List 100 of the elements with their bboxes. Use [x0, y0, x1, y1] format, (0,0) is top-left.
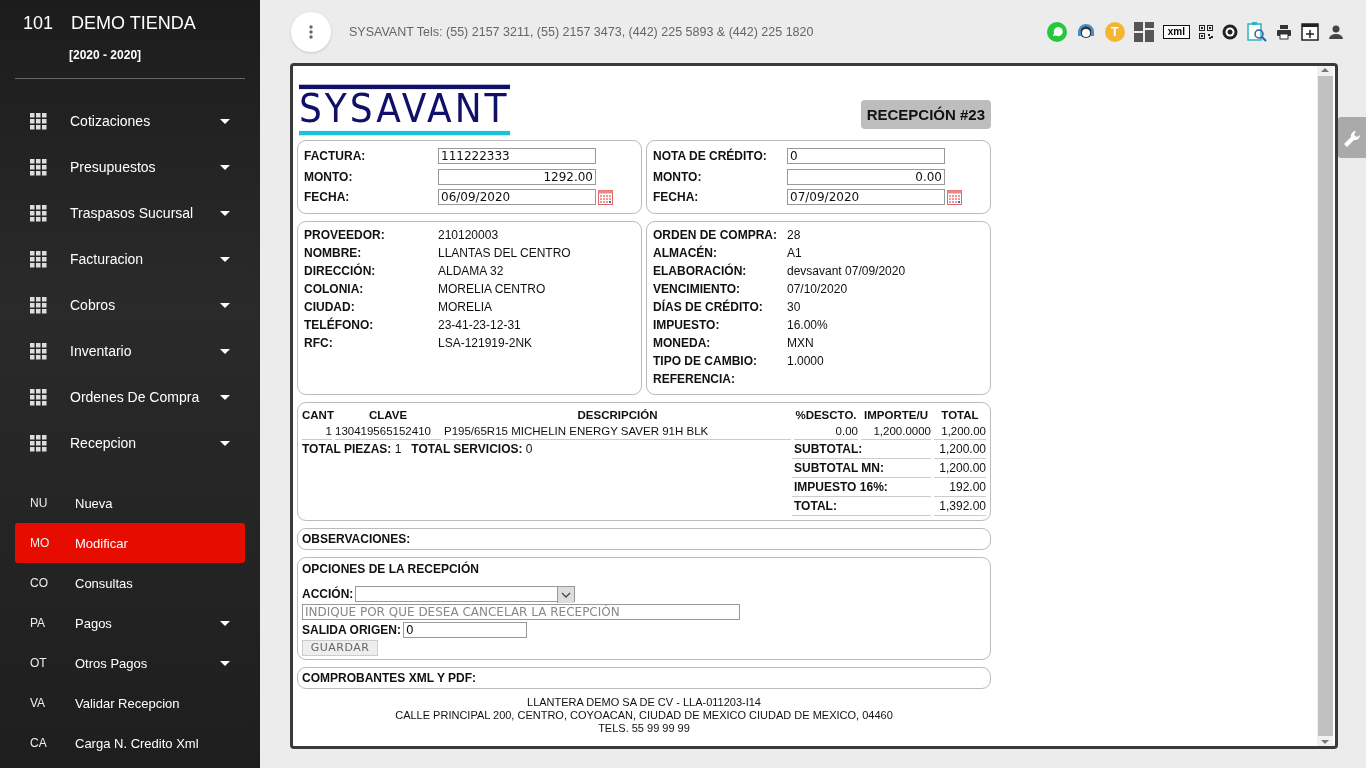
field-label: NOTA DE CRÉDITO: [653, 149, 768, 164]
action-dropdown[interactable] [355, 585, 576, 602]
table-cell: 1,200.00 [934, 422, 986, 440]
field-value: 16.00% [787, 317, 829, 332]
tire-icon[interactable] [1222, 23, 1238, 40]
column-header: %DESCTO. [794, 407, 858, 423]
menu-item[interactable]: Cobros [0, 282, 260, 328]
field-value: 07/10/2020 [787, 281, 849, 296]
clipboard-search-icon[interactable] [1247, 21, 1267, 42]
field-label: MONTO: [304, 169, 354, 184]
menu-item[interactable]: Recepcion [0, 420, 260, 466]
table-cell: 1 [302, 422, 332, 440]
settings-tab[interactable] [1338, 117, 1366, 158]
summary-text: TOTAL PIEZAS: 1 [302, 441, 402, 458]
field-label: FACTURA: [304, 149, 367, 164]
contact-phones: SYSAVANT Tels: (55) 2157 3211, (55) 2157 3473, (442) 225 5893 & (442) 225 1820 [349, 24, 815, 39]
submenu-item[interactable]: CO Consultas [15, 563, 245, 603]
input-field[interactable]: 0 [402, 621, 527, 638]
menu-item[interactable]: Ordenes De Compra [0, 374, 260, 420]
date-field[interactable]: 06/09/2020 [438, 189, 596, 206]
menu-item[interactable]: Inventario [0, 328, 260, 374]
submenu-item[interactable]: CA Carga N. Credito Xml [15, 723, 245, 763]
field-label: COLONIA: [304, 281, 365, 296]
grid-icon [30, 434, 47, 452]
field-label: RFC: [304, 335, 334, 350]
submenu-item[interactable]: VA Validar Recepcion [15, 683, 245, 723]
reception-title: RECEPCIÓN #23 [860, 100, 991, 129]
input-field[interactable]: 111222333 [438, 148, 596, 165]
field-label: TELÉFONO: [304, 317, 375, 332]
field-value: LLANTAS DEL CENTRO [438, 245, 572, 260]
field-label: CIUDAD: [304, 299, 356, 314]
calendar-icon[interactable] [947, 189, 962, 205]
grid-icon [30, 342, 47, 360]
caret-icon [220, 164, 230, 170]
section-title: OBSERVACIONES: [302, 530, 411, 547]
table-cell: 130419565152410 [335, 422, 441, 440]
grid-icon [30, 388, 47, 406]
printer-icon[interactable] [1276, 23, 1292, 40]
field-value: ALDAMA 32 [438, 263, 505, 278]
total-label: TOTAL: [792, 496, 931, 516]
total-label: IMPUESTO 16%: [792, 477, 931, 497]
grid-icon [30, 158, 47, 176]
submenu-item[interactable]: PA Pagos [15, 603, 245, 643]
field-label: FECHA: [304, 190, 351, 205]
table-cell: P195/65R15 MICHELIN ENERGY SAVER 91H BLK [444, 422, 791, 440]
field-label: TIPO DE CAMBIO: [653, 353, 758, 368]
grid-icon [30, 296, 47, 314]
field-label: ALMACÉN: [653, 245, 718, 260]
field-value: LSA-121919-2NK [438, 335, 534, 350]
field-label: FECHA: [653, 190, 700, 205]
table-cell: 0.00 [794, 422, 858, 440]
input-field[interactable]: 1292.00 [438, 168, 596, 185]
field-label: SALIDA ORIGEN: [302, 622, 401, 637]
field-label: DÍAS DE CRÉDITO: [653, 299, 764, 314]
field-label: ELABORACIÓN: [653, 263, 748, 278]
save-button[interactable]: GUARDAR [302, 639, 378, 656]
caret-icon [220, 394, 230, 400]
input-field[interactable]: 0.00 [787, 168, 945, 185]
column-header: CANT [302, 407, 332, 423]
field-label: ORDEN DE COMPRA: [653, 227, 778, 242]
date-field[interactable]: 07/09/2020 [787, 189, 945, 206]
input-field[interactable]: 0 [787, 148, 945, 165]
total-value: 1,200.00 [934, 439, 986, 459]
scrollbar-thumb[interactable] [1317, 76, 1333, 736]
qr-code-icon[interactable] [1199, 24, 1213, 39]
section-title: COMPROBANTES XML Y PDF: [302, 669, 477, 686]
table-cell: 1,200.0000 [861, 422, 931, 440]
chat-bubble-icon[interactable] [1046, 21, 1067, 42]
reason-field[interactable]: INDIQUE POR QUE DESEA CANCELAR LA RECEPCIÓN [302, 603, 740, 620]
submenu-item[interactable]: MO Modificar [15, 523, 245, 563]
scroll-down-icon[interactable] [1321, 740, 1329, 744]
period-label: [2020 - 2020] [69, 48, 142, 62]
submenu-item[interactable]: OT Otros Pagos [15, 643, 245, 683]
grid-icon [30, 112, 47, 130]
field-value: 1.0000 [787, 353, 825, 368]
menu-item[interactable]: Traspasos Sucursal [0, 190, 260, 236]
footer-text: LLANTERA DEMO SA DE CV - LLA-011203-I14 [526, 695, 762, 709]
scroll-up-icon[interactable] [1321, 68, 1329, 72]
user-icon[interactable] [1328, 23, 1344, 40]
field-label: ACCIÓN: [302, 586, 354, 601]
column-header: CLAVE [367, 407, 409, 423]
caret-icon [220, 660, 230, 666]
field-label: VENCIMIENTO: [653, 281, 742, 296]
submenu-item[interactable]: NU Nueva [15, 483, 245, 523]
dashboard-icon[interactable] [1133, 21, 1154, 42]
calendar-icon[interactable] [598, 189, 613, 205]
field-label: PROVEEDOR: [304, 227, 386, 242]
menu-item[interactable]: Cotizaciones [0, 98, 260, 144]
menu-item[interactable]: Presupuestos [0, 144, 260, 190]
xml-button[interactable]: xml [1162, 24, 1190, 39]
store-code: 101 [23, 13, 54, 34]
footer-text: TELS. 55 99 99 99 [597, 721, 691, 735]
add-window-icon[interactable] [1301, 22, 1319, 41]
field-label: NOMBRE: [304, 245, 363, 260]
caret-icon [220, 302, 230, 308]
menu-item[interactable]: Facturacion [0, 236, 260, 282]
chevron-down-icon [561, 591, 572, 598]
field-label: MONEDA: [653, 335, 712, 350]
total-label: SUBTOTAL: [792, 439, 931, 459]
more-button[interactable] [291, 11, 331, 52]
